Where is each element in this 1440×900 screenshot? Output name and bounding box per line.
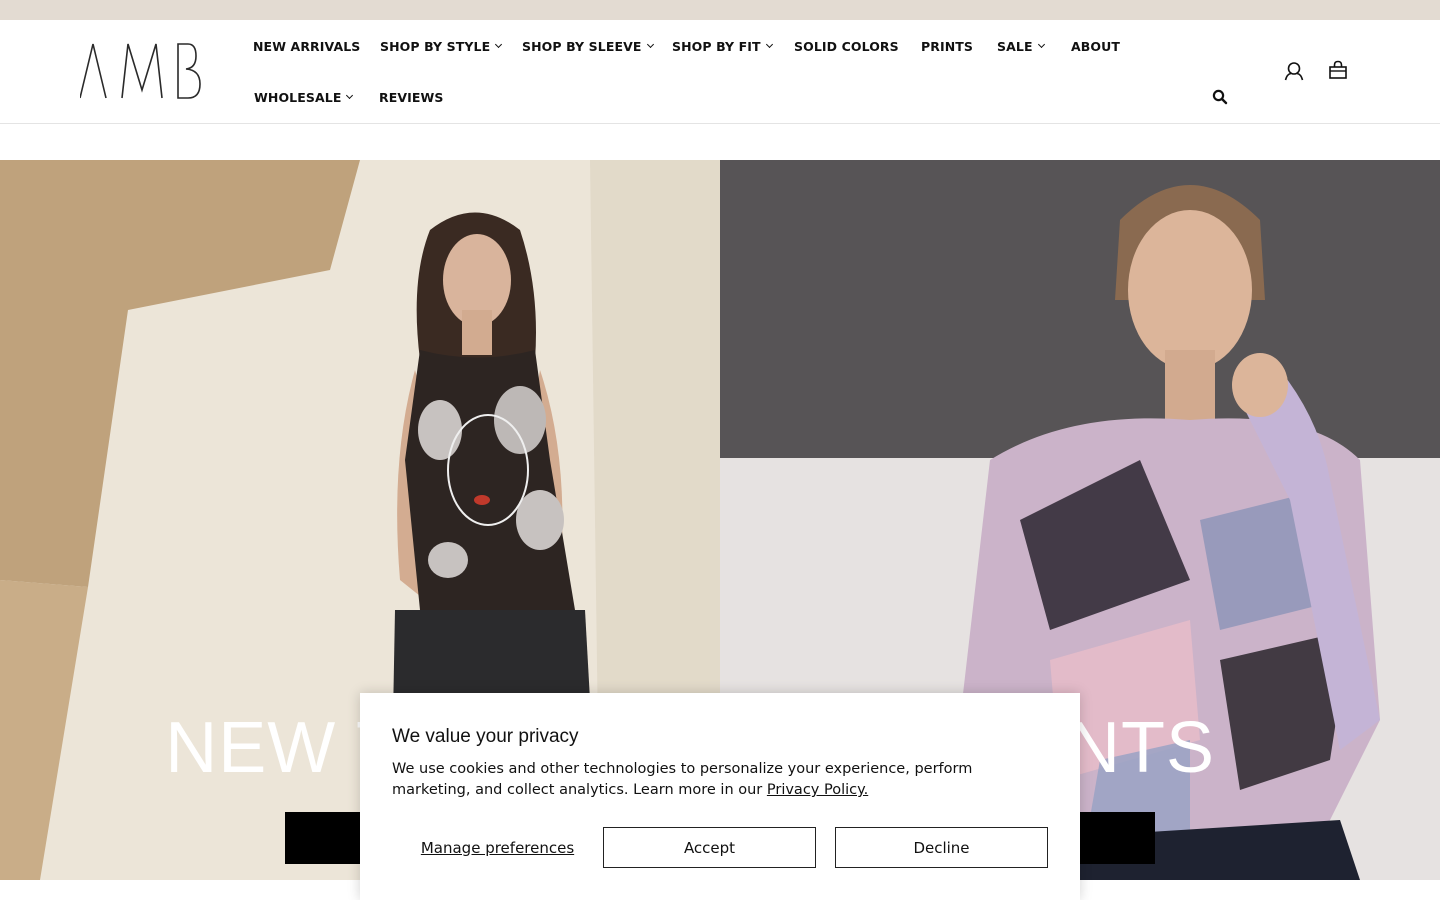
chevron-down-icon <box>346 91 354 99</box>
amb-logo-mark <box>80 43 201 99</box>
site-header: NEW ARRIVALS SHOP BY STYLE SHOP BY SLEEV… <box>0 20 1440 124</box>
nav-new-arrivals[interactable]: NEW ARRIVALS <box>253 36 360 56</box>
cart-button[interactable] <box>1328 60 1348 80</box>
chevron-down-icon <box>646 40 654 48</box>
nav-sale[interactable]: SALE <box>997 36 1045 56</box>
nav-prints-label: PRINTS <box>921 38 974 54</box>
nav-shop-by-fit[interactable]: SHOP BY FIT <box>672 36 773 56</box>
nav-shop-by-sleeve-label: SHOP BY SLEEVE <box>522 38 642 54</box>
chevron-down-icon <box>765 40 773 48</box>
nav-shop-by-style[interactable]: SHOP BY STYLE <box>380 36 503 56</box>
nav-solid-colors-label: SOLID COLORS <box>794 38 899 54</box>
cookie-description: We use cookies and other technologies to… <box>392 759 1052 801</box>
search-button[interactable] <box>1212 89 1228 105</box>
announcement-bar <box>0 0 1440 20</box>
cookie-description-text: We use cookies and other technologies to… <box>392 761 973 798</box>
chevron-down-icon <box>495 40 503 48</box>
search-icon <box>1212 89 1228 105</box>
shopping-bag-icon <box>1329 60 1347 79</box>
cookie-consent-banner: We value your privacy We use cookies and… <box>360 693 1080 900</box>
nav-shop-by-style-label: SHOP BY STYLE <box>380 38 491 54</box>
nav-shop-by-sleeve[interactable]: SHOP BY SLEEVE <box>522 36 654 56</box>
nav-reviews-label: REVIEWS <box>379 89 444 105</box>
nav-new-arrivals-label: NEW ARRIVALS <box>253 38 361 54</box>
brand-logo[interactable] <box>80 42 202 102</box>
nav-reviews[interactable]: REVIEWS <box>379 87 444 107</box>
accept-button[interactable]: Accept <box>603 827 816 868</box>
user-icon <box>1284 62 1304 81</box>
cookie-title: We value your privacy <box>392 726 579 747</box>
nav-about[interactable]: ABOUT <box>1071 36 1120 56</box>
nav-sale-label: SALE <box>997 38 1033 54</box>
privacy-policy-link[interactable]: Privacy Policy. <box>767 782 868 798</box>
nav-shop-by-fit-label: SHOP BY FIT <box>672 38 761 54</box>
chevron-down-icon <box>1037 40 1045 48</box>
manage-preferences-button[interactable]: Manage preferences <box>392 827 603 868</box>
nav-solid-colors[interactable]: SOLID COLORS <box>794 36 899 56</box>
account-button[interactable] <box>1284 61 1304 81</box>
cookie-actions: Manage preferences Accept Decline <box>392 827 1048 868</box>
nav-prints[interactable]: PRINTS <box>921 36 973 56</box>
nav-about-label: ABOUT <box>1071 38 1121 54</box>
nav-wholesale[interactable]: WHOLESALE <box>254 87 354 107</box>
decline-button[interactable]: Decline <box>835 827 1048 868</box>
nav-wholesale-label: WHOLESALE <box>254 89 342 105</box>
